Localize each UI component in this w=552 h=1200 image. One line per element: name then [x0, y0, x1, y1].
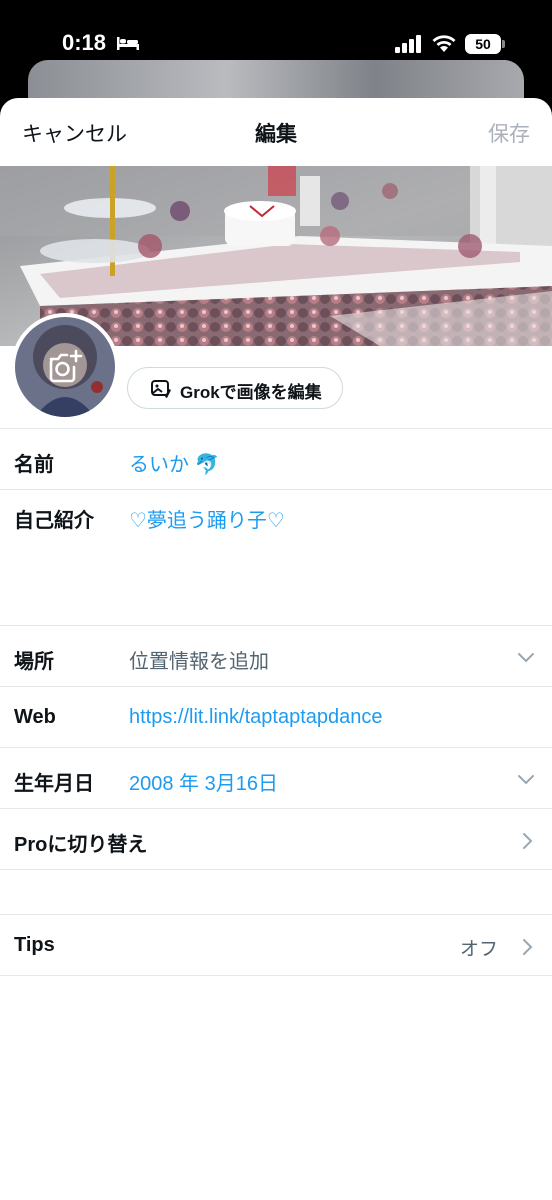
- tips-label: Tips: [14, 934, 55, 956]
- image-edit-icon: [151, 380, 171, 398]
- bio-label: 自己紹介: [14, 510, 94, 532]
- battery-tip: [502, 40, 505, 48]
- divider: [0, 428, 552, 429]
- tips-value: オフ: [460, 939, 499, 960]
- battery-indicator: 50: [465, 34, 501, 54]
- divider: [0, 747, 552, 748]
- tips-row[interactable]: Tips オフ: [0, 915, 552, 975]
- divider: [0, 625, 552, 626]
- birthday-field[interactable]: 2008 年 3月16日: [129, 767, 278, 796]
- location-label: 場所: [14, 651, 54, 673]
- divider: [0, 975, 552, 976]
- web-field[interactable]: https://lit.link/taptaptapdance: [129, 706, 383, 729]
- switch-to-pro-row[interactable]: Proに切り替え: [0, 809, 552, 869]
- avatar-image: [15, 317, 115, 417]
- wifi-icon: [432, 35, 456, 52]
- sleep-focus-icon: [117, 37, 139, 50]
- name-field[interactable]: るいか 🐬: [129, 448, 219, 477]
- chevron-down-icon[interactable]: [516, 772, 536, 786]
- camera-add-icon[interactable]: [46, 348, 84, 386]
- location-field[interactable]: 位置情報を追加: [129, 645, 269, 674]
- divider: [0, 686, 552, 687]
- bio-field[interactable]: ♡夢追う踊り子♡: [129, 504, 285, 533]
- edit-profile-sheet: キャンセル 編集 保存 Grokで画像を編集 名前 るいか 🐬 自己紹介 ♡夢追…: [0, 98, 552, 1200]
- save-button[interactable]: 保存: [488, 118, 530, 148]
- profile-avatar[interactable]: [11, 313, 119, 421]
- cellular-signal-icon: [395, 35, 421, 53]
- divider: [0, 869, 552, 870]
- grok-button-label: Grokで画像を編集: [180, 383, 322, 402]
- web-label: Web: [14, 706, 56, 728]
- chevron-right-icon: [523, 939, 533, 955]
- birthday-label: 生年月日: [14, 773, 94, 795]
- page-title: 編集: [255, 123, 297, 146]
- switch-to-pro-label: Proに切り替え: [14, 834, 148, 856]
- name-label: 名前: [14, 454, 54, 476]
- grok-edit-image-button[interactable]: Grokで画像を編集: [127, 367, 343, 409]
- divider: [0, 489, 552, 490]
- navigation-bar: キャンセル 編集 保存: [0, 98, 552, 166]
- battery-level: 50: [475, 36, 491, 52]
- chevron-down-icon[interactable]: [516, 650, 536, 664]
- status-time: 0:18: [62, 30, 107, 55]
- chevron-right-icon: [523, 833, 533, 849]
